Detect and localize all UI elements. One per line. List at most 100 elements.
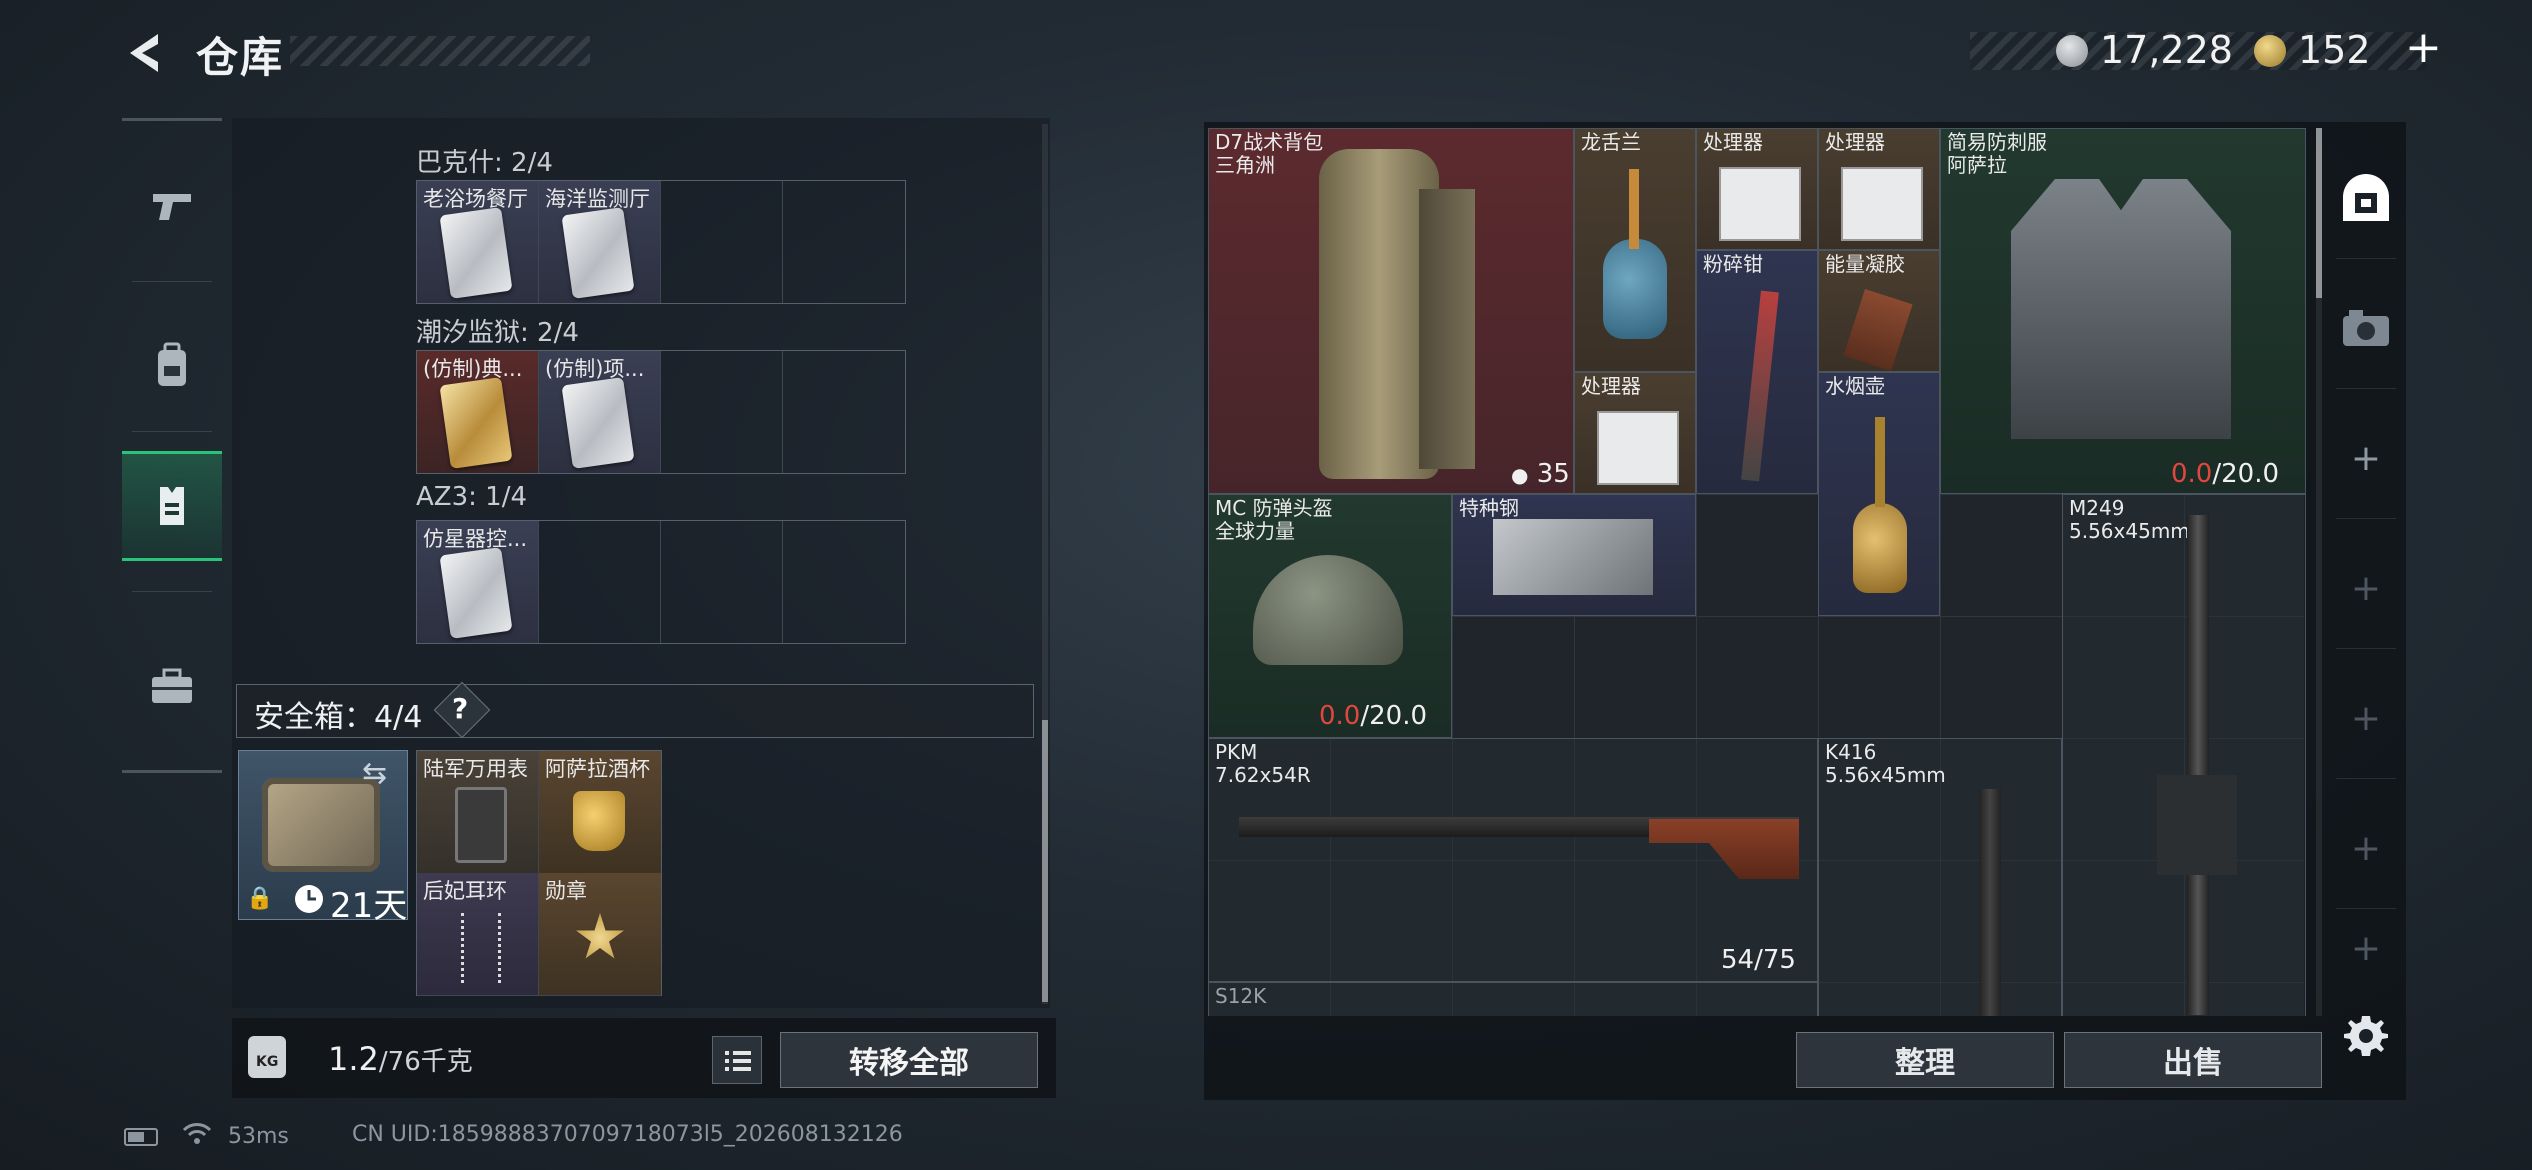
weight-max: /76千克 bbox=[378, 1047, 473, 1077]
multimeter-icon bbox=[455, 787, 507, 863]
gear-icon[interactable] bbox=[2342, 1012, 2390, 1060]
user-uid: CN UID:1859888370709718073l5_20260813212… bbox=[352, 1122, 903, 1147]
side-divider bbox=[2336, 648, 2396, 649]
back-arrow-icon[interactable] bbox=[120, 28, 170, 78]
add-tab-button[interactable]: + bbox=[2326, 918, 2406, 978]
tab-safe[interactable] bbox=[2326, 138, 2406, 258]
stash-item-hookah[interactable]: 水烟壶 bbox=[1818, 372, 1940, 616]
item-label: (仿制)典... bbox=[423, 357, 523, 381]
empty-slot[interactable] bbox=[783, 521, 905, 643]
nav-divider bbox=[132, 281, 212, 282]
add-tab-button[interactable]: + bbox=[2326, 788, 2406, 908]
item-name-line1: K416 bbox=[1825, 740, 1877, 764]
item-name-line2: 5.56x45mm bbox=[2069, 519, 2190, 543]
collection-item[interactable]: (仿制)典... bbox=[417, 351, 539, 473]
nav-backpack[interactable] bbox=[122, 311, 222, 421]
stash-item-processor[interactable]: 处理器 bbox=[1818, 128, 1940, 250]
collection-item[interactable]: 老浴场餐厅 bbox=[417, 181, 539, 303]
stash-item-m249[interactable]: M249 5.56x45mm bbox=[2062, 494, 2306, 1016]
empty-slot[interactable] bbox=[661, 181, 783, 303]
stash-item-armor[interactable]: 简易防刺服 阿萨拉 0.0/20.0 bbox=[1940, 128, 2306, 494]
backpack-icon bbox=[158, 342, 186, 386]
empty-slot[interactable] bbox=[661, 351, 783, 473]
item-label: 勋章 bbox=[545, 879, 587, 903]
stash-item-k416[interactable]: K416 5.56x45mm bbox=[1818, 738, 2062, 1016]
empty-slot[interactable] bbox=[661, 521, 783, 643]
collection-item[interactable]: 仿星器控... bbox=[417, 521, 539, 643]
safe-case-icon bbox=[262, 778, 380, 872]
side-divider bbox=[2336, 908, 2396, 909]
item-name: 特种钢 bbox=[1459, 496, 1519, 520]
item-name: MC 防弹头盔 全球力量 bbox=[1215, 497, 1333, 543]
stash-item-processor[interactable]: 处理器 bbox=[1696, 128, 1818, 250]
add-tab-button[interactable]: + bbox=[2326, 658, 2406, 778]
item-name-line1: M249 bbox=[2069, 496, 2125, 520]
item-name-line2: 阿萨拉 bbox=[1947, 153, 2007, 177]
stash-item-pkm[interactable]: PKM 7.62x54R 54/75 bbox=[1208, 738, 1818, 982]
durability-max: /20.0 bbox=[2212, 459, 2280, 489]
collection-item[interactable]: (仿制)项... bbox=[539, 351, 661, 473]
add-tab-button[interactable]: + bbox=[2326, 528, 2406, 648]
item-name: 处理器 bbox=[1581, 374, 1641, 398]
nav-toolbox[interactable] bbox=[122, 631, 222, 741]
side-divider bbox=[2336, 518, 2396, 519]
side-divider bbox=[2336, 258, 2396, 259]
sell-button[interactable]: 出售 bbox=[2064, 1032, 2322, 1088]
safe-item[interactable]: 勋章 bbox=[539, 873, 661, 996]
safe-item[interactable]: 后妃耳环 bbox=[417, 873, 539, 996]
nav-weapons[interactable] bbox=[122, 151, 222, 261]
stash-item-pliers[interactable]: 粉碎钳 bbox=[1696, 250, 1818, 494]
stash-item-helmet[interactable]: MC 防弹头盔 全球力量 0.0/20.0 bbox=[1208, 494, 1452, 738]
sort-button[interactable]: 整理 bbox=[1796, 1032, 2054, 1088]
stash-item-s12k[interactable]: S12K bbox=[1208, 982, 1818, 1016]
stash-scrollbar-thumb[interactable] bbox=[2316, 128, 2322, 298]
tab-camera[interactable] bbox=[2326, 268, 2406, 388]
stash-item-special-steel[interactable]: 特种钢 bbox=[1452, 494, 1696, 616]
m249-icon bbox=[2187, 515, 2209, 1015]
item-label: (仿制)项... bbox=[545, 357, 645, 381]
collection-grid: 仿星器控... bbox=[416, 520, 906, 644]
stash-item-energy-gel[interactable]: 能量凝胶 bbox=[1818, 250, 1940, 372]
list-view-button[interactable] bbox=[712, 1036, 762, 1084]
item-label: 阿萨拉酒杯 bbox=[545, 757, 650, 781]
stash-item-backpack[interactable]: D7战术背包 三角洲 ● 35 bbox=[1208, 128, 1574, 494]
item-name-line1: D7战术背包 bbox=[1215, 130, 1324, 154]
safe-item[interactable]: 陆军万用表 bbox=[417, 751, 539, 874]
wifi-icon bbox=[182, 1122, 212, 1153]
list-icon bbox=[725, 1051, 751, 1071]
safe-item[interactable]: 阿萨拉酒杯 bbox=[539, 751, 661, 874]
empty-slot[interactable] bbox=[783, 351, 905, 473]
steel-ingot-icon bbox=[1493, 519, 1653, 595]
side-divider bbox=[2336, 388, 2396, 389]
collection-label: 巴克什: 2/4 bbox=[416, 148, 553, 178]
item-label: 海洋监测厅 bbox=[545, 187, 650, 211]
medal-icon bbox=[576, 913, 624, 959]
collection-item[interactable]: 海洋监测厅 bbox=[539, 181, 661, 303]
empty-slot[interactable] bbox=[539, 521, 661, 643]
m249-box-icon bbox=[2157, 775, 2237, 875]
safe-box-label: 安全箱：4/4 bbox=[254, 700, 423, 735]
durability-max: /20.0 bbox=[1360, 701, 1428, 731]
safe-box-grid: 陆军万用表 阿萨拉酒杯 后妃耳环 勋章 bbox=[416, 750, 662, 996]
keycard-icon bbox=[439, 377, 513, 469]
swap-icon[interactable]: ⇆ bbox=[362, 756, 387, 791]
clock-icon bbox=[295, 885, 323, 913]
keycard-icon bbox=[439, 207, 513, 299]
processor-icon bbox=[1597, 411, 1679, 485]
stash-item-processor[interactable]: 处理器 bbox=[1574, 372, 1696, 494]
item-name: 粉碎钳 bbox=[1703, 252, 1763, 276]
weight-value: 1.2/76千克 bbox=[328, 1040, 473, 1078]
collection-grid: 老浴场餐厅 海洋监测厅 bbox=[416, 180, 906, 304]
pkm-stock-icon bbox=[1649, 819, 1799, 879]
armor-durability: 0.0/20.0 bbox=[2171, 459, 2279, 489]
stash-item-agave[interactable]: 龙舌兰 bbox=[1574, 128, 1696, 372]
earring-icon bbox=[461, 913, 501, 983]
transfer-all-button[interactable]: 转移全部 bbox=[780, 1032, 1038, 1088]
item-name: 水烟壶 bbox=[1825, 374, 1885, 398]
empty-slot[interactable] bbox=[783, 181, 905, 303]
left-scrollbar-thumb[interactable] bbox=[1042, 720, 1048, 1002]
durability-current: 0.0 bbox=[1319, 701, 1361, 731]
nav-equipment-active[interactable] bbox=[122, 451, 222, 561]
add-currency-button[interactable]: + bbox=[2405, 22, 2442, 73]
add-tab-button[interactable]: + bbox=[2326, 398, 2406, 518]
